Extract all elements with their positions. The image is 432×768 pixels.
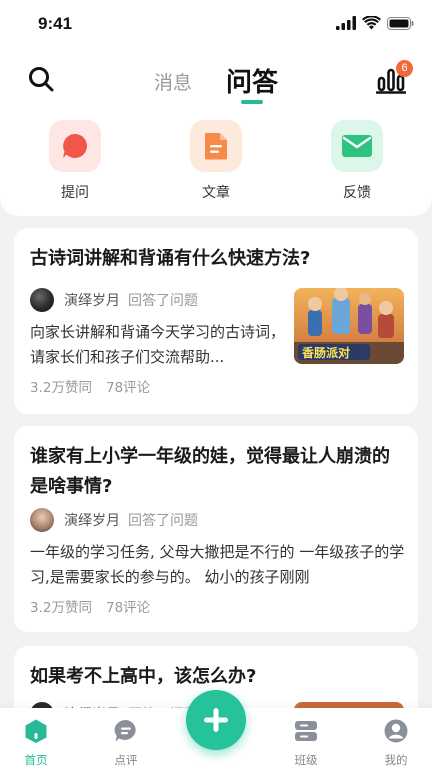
nav-class-label: 班级	[294, 753, 318, 767]
nav-review[interactable]: 点评	[96, 718, 156, 768]
article-label: 文章	[202, 185, 230, 201]
chat-bubble-icon	[63, 134, 87, 158]
feedback-label: 反馈	[343, 185, 371, 201]
thumbnail-caption: 香肠派对	[301, 345, 350, 360]
document-icon	[204, 133, 227, 160]
home-icon	[25, 719, 47, 743]
ask-label: 提问	[61, 185, 89, 201]
tab-qa[interactable]: 问答	[226, 62, 278, 99]
status-icons	[336, 16, 414, 30]
answer-meta: 演绎岁月 回答了问题	[30, 508, 198, 532]
top-header: 消息 问答 6	[0, 52, 432, 108]
answer-stats: 3.2万赞同 78评论	[30, 596, 150, 616]
answer-stats: 3.2万赞同 78评论	[30, 376, 150, 396]
nav-home[interactable]: 首页	[6, 718, 66, 768]
quick-actions: 提问 文章 反馈	[0, 108, 432, 216]
add-post-button[interactable]	[186, 690, 246, 750]
question-title[interactable]: 谁家有上小学一年级的娃，觉得最让人崩溃的是啥事情?	[30, 442, 406, 502]
class-icon	[295, 721, 317, 741]
wifi-icon	[362, 16, 381, 30]
active-tab-indicator	[241, 100, 263, 104]
avatar[interactable]	[30, 288, 54, 312]
notification-badge: 6	[396, 60, 413, 77]
answer-action: 回答了问题	[128, 293, 198, 309]
author-name[interactable]: 演绎岁月	[64, 510, 120, 530]
signal-icon	[336, 16, 356, 30]
likes-count: 3.2万赞同	[30, 380, 92, 396]
nav-review-label: 点评	[114, 753, 138, 767]
question-card[interactable]: 谁家有上小学一年级的娃，觉得最让人崩溃的是啥事情? 演绎岁月 回答了问题 一年级…	[14, 426, 418, 632]
profile-icon	[384, 719, 408, 743]
comments-count: 78评论	[105, 600, 151, 616]
answer-excerpt[interactable]: 向家长讲解和背诵今天学习的古诗词，请家长们和孩子们交流帮助...	[30, 320, 288, 370]
likes-count: 3.2万赞同	[30, 600, 92, 616]
answer-action: 回答了问题	[128, 513, 198, 529]
question-card[interactable]: 古诗词讲解和背诵有什么快速方法? 演绎岁月 回答了问题 向家长讲解和背诵今天学习…	[14, 228, 418, 414]
post-thumbnail[interactable]: 香肠派对	[294, 288, 404, 364]
status-time: 9:41	[38, 14, 73, 33]
question-title[interactable]: 如果考不上高中，该怎么办?	[30, 662, 406, 692]
search-button[interactable]	[26, 64, 56, 94]
feedback-tile	[331, 120, 383, 172]
nav-profile-label: 我的	[384, 753, 408, 767]
ask-tile	[49, 120, 101, 172]
search-icon	[29, 67, 54, 92]
status-bar: 9:41	[0, 0, 432, 52]
avatar[interactable]	[30, 508, 54, 532]
nav-home-label: 首页	[24, 753, 48, 767]
nav-profile[interactable]: 我的	[366, 718, 426, 768]
article-tile	[190, 120, 242, 172]
plus-icon	[204, 708, 228, 732]
answer-meta: 演绎岁月 回答了问题	[30, 288, 198, 312]
ask-question-action[interactable]: 提问	[40, 120, 110, 202]
mail-icon	[342, 135, 372, 157]
comments-count: 78评论	[105, 380, 151, 396]
article-action[interactable]: 文章	[181, 120, 251, 202]
answer-excerpt[interactable]: 一年级的学习任务, 父母大撒把是不行的 一年级孩子的学习,是需要家长的参与的。 …	[30, 540, 406, 590]
question-title[interactable]: 古诗词讲解和背诵有什么快速方法?	[30, 244, 406, 274]
tab-messages[interactable]: 消息	[154, 68, 192, 95]
battery-icon	[387, 16, 414, 30]
feedback-action[interactable]: 反馈	[322, 120, 392, 202]
game-artwork-image: 香肠派对	[294, 288, 404, 364]
comment-icon	[114, 719, 136, 742]
nav-class[interactable]: 班级	[276, 718, 336, 768]
author-name[interactable]: 演绎岁月	[64, 290, 120, 310]
